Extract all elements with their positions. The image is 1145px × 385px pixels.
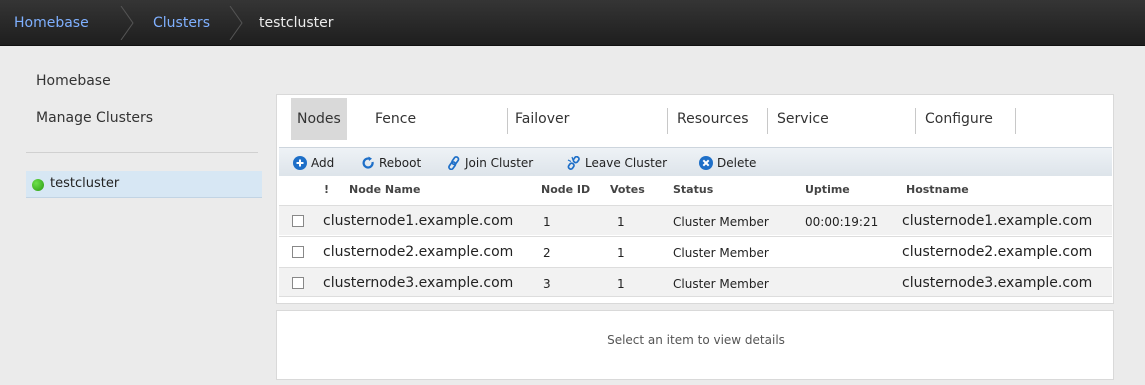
plus-icon (293, 156, 307, 170)
nodes-panel: Nodes Fence Devices Failover Domains Res… (276, 94, 1114, 304)
uptime-cell: 00:00:19:21 (805, 215, 879, 229)
table-row[interactable]: clusternode3.example.com 3 1 Cluster Mem… (279, 267, 1112, 297)
node-id-cell: 2 (543, 246, 551, 260)
add-button-label: Add (311, 156, 335, 170)
table-row[interactable]: clusternode1.example.com 1 1 Cluster Mem… (279, 205, 1112, 235)
delete-icon (699, 156, 713, 170)
hostname-cell: clusternode2.example.com (902, 244, 1093, 260)
status-cell: Cluster Member (673, 215, 769, 229)
reboot-button-label: Reboot (379, 156, 422, 170)
node-id-cell: 1 (543, 215, 551, 229)
column-header-alert[interactable]: ! (324, 183, 329, 196)
refresh-icon (361, 156, 375, 170)
unlink-icon (567, 155, 581, 170)
column-header-uptime[interactable]: Uptime (805, 183, 850, 196)
column-header-hostname[interactable]: Hostname (906, 183, 969, 196)
link-icon (447, 156, 461, 171)
row-checkbox[interactable] (292, 246, 304, 258)
table-header: ! Node Name Node ID Votes Status Uptime … (279, 177, 1112, 203)
column-header-status[interactable]: Status (673, 183, 713, 196)
tab-divider (1015, 108, 1016, 134)
sidebar: Homebase Manage Clusters testcluster (8, 46, 262, 385)
status-cell: Cluster Member (673, 277, 769, 291)
hostname-cell: clusternode1.example.com (902, 213, 1093, 229)
votes-cell: 1 (617, 246, 625, 260)
breadcrumb-clusters[interactable]: Clusters (153, 0, 210, 46)
delete-button[interactable]: Delete (699, 154, 763, 172)
breadcrumb: Homebase Clusters testcluster (0, 0, 1145, 46)
node-name-cell: clusternode2.example.com (323, 244, 514, 260)
node-name-cell: clusternode1.example.com (323, 213, 514, 229)
tab-service-groups[interactable]: Service Groups (771, 98, 835, 169)
node-name-cell: clusternode3.example.com (323, 275, 514, 291)
column-header-votes[interactable]: Votes (610, 183, 645, 196)
sidebar-item-testcluster[interactable]: testcluster (26, 171, 262, 198)
tab-divider (507, 108, 508, 134)
column-header-node-id[interactable]: Node ID (541, 183, 590, 196)
tab-fence-devices[interactable]: Fence Devices (369, 98, 436, 169)
chevron-right-icon (228, 6, 244, 40)
delete-button-label: Delete (717, 156, 757, 170)
reboot-button[interactable]: Reboot (361, 154, 431, 172)
details-placeholder: Select an item to view details (607, 333, 785, 347)
status-cell: Cluster Member (673, 246, 769, 260)
tab-failover-domains[interactable]: Failover Domains (509, 98, 583, 169)
row-checkbox[interactable] (292, 277, 304, 289)
votes-cell: 1 (617, 277, 625, 291)
votes-cell: 1 (617, 215, 625, 229)
node-id-cell: 3 (543, 277, 551, 291)
status-dot-icon (32, 179, 44, 191)
chevron-right-icon (119, 6, 135, 40)
leave-cluster-button-label: Leave Cluster (585, 156, 668, 170)
column-header-node-name[interactable]: Node Name (349, 183, 420, 196)
tab-divider (767, 108, 768, 134)
tab-divider (915, 108, 916, 134)
sidebar-link-manage-clusters[interactable]: Manage Clusters (36, 110, 153, 126)
row-checkbox[interactable] (292, 215, 304, 227)
tab-nodes[interactable]: Nodes (291, 98, 347, 140)
tab-divider (667, 108, 668, 134)
sidebar-divider (26, 152, 258, 153)
join-cluster-button[interactable]: Join Cluster (447, 154, 557, 172)
breadcrumb-homebase[interactable]: Homebase (14, 0, 89, 46)
sidebar-item-label: testcluster (50, 176, 120, 191)
table-row[interactable]: clusternode2.example.com 2 1 Cluster Mem… (279, 236, 1112, 266)
leave-cluster-button[interactable]: Leave Cluster (567, 154, 685, 172)
tab-resources[interactable]: Resources (671, 98, 755, 140)
tab-configure[interactable]: Configure (919, 98, 999, 140)
toolbar: Add Reboot Join Cluster Leave Cluster De… (279, 147, 1112, 176)
breadcrumb-current: testcluster (259, 15, 334, 31)
join-cluster-button-label: Join Cluster (465, 156, 534, 170)
details-panel: Select an item to view details (276, 310, 1114, 380)
sidebar-link-homebase[interactable]: Homebase (36, 73, 111, 89)
hostname-cell: clusternode3.example.com (902, 275, 1093, 291)
add-button[interactable]: Add (293, 154, 345, 172)
